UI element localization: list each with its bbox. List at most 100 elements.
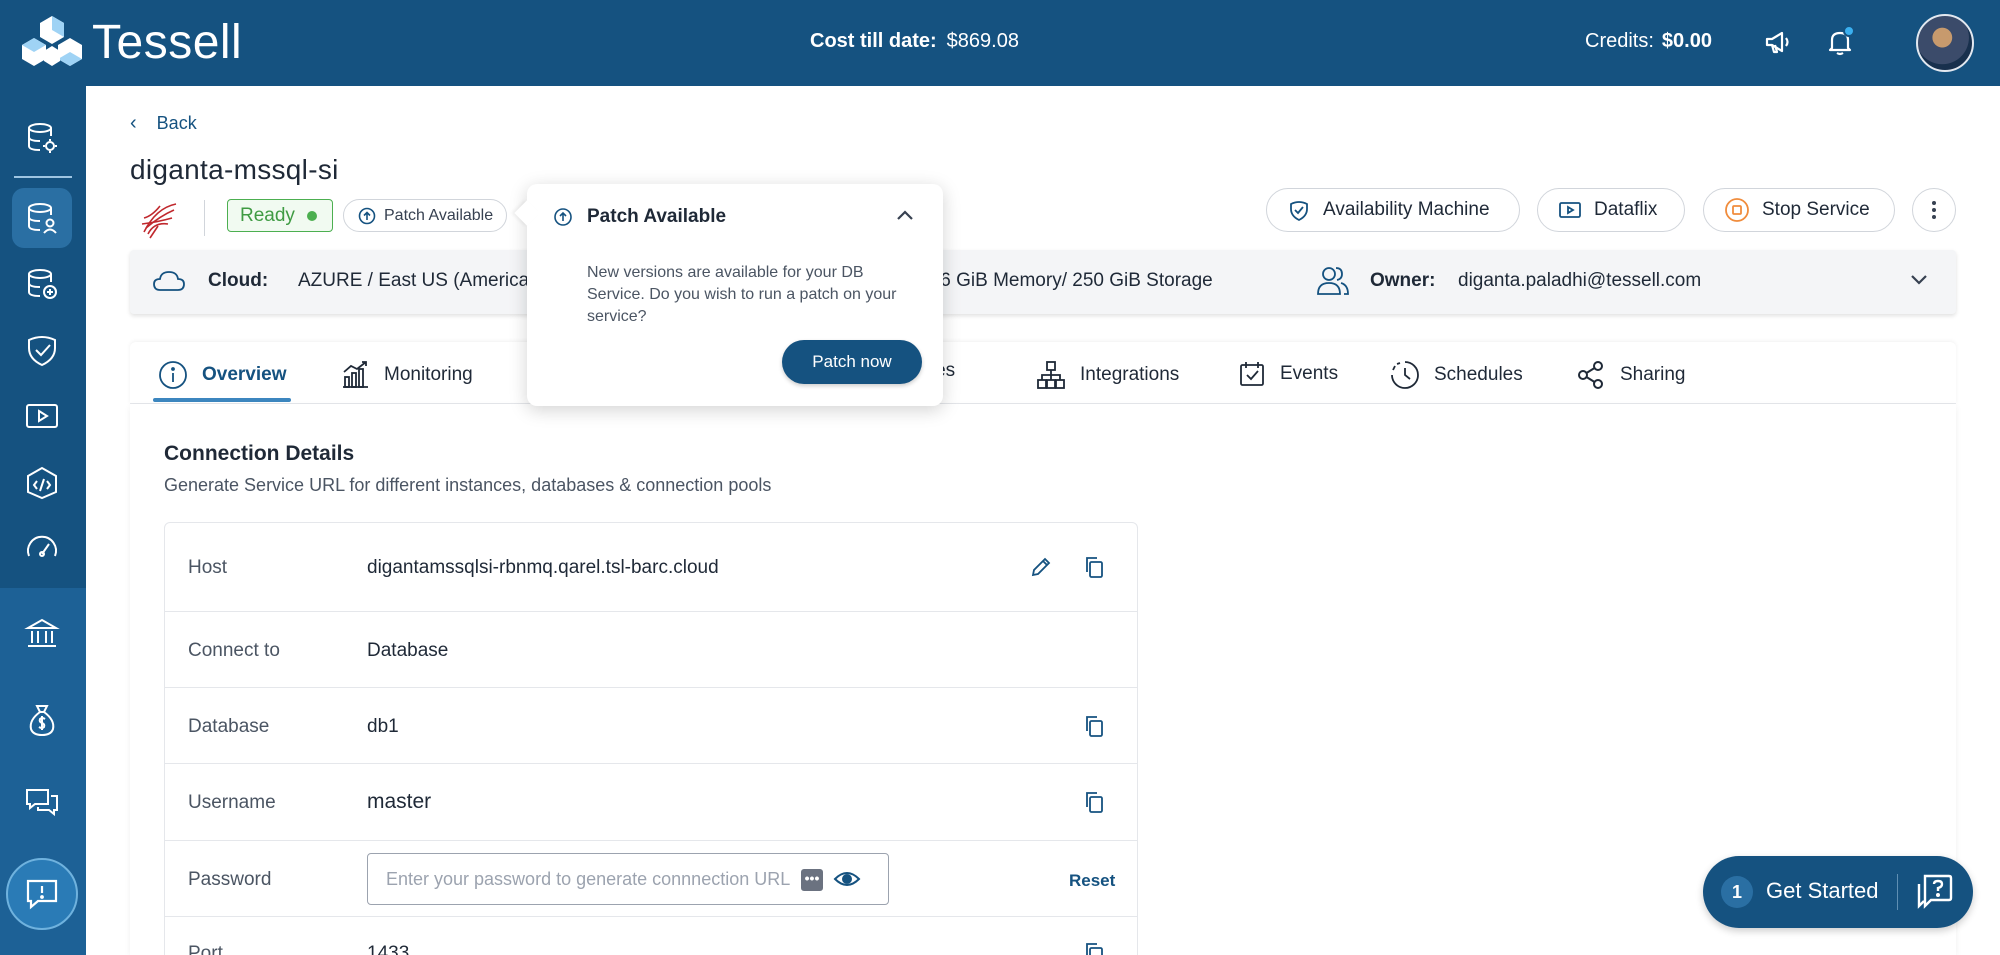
users-icon (1317, 267, 1349, 295)
row-label: Database (188, 716, 270, 737)
stop-icon (1725, 198, 1749, 222)
database-settings-icon[interactable] (24, 120, 60, 156)
availability-machine-label: Availability Machine (1323, 199, 1490, 220)
tab-label: Overview (202, 364, 287, 385)
section-title: Connection Details (164, 442, 355, 465)
speedometer-icon[interactable] (24, 530, 60, 566)
section-subtitle: Generate Service URL for different insta… (164, 475, 772, 495)
owner-value: diganta.paladhi@tessell.com (1458, 270, 1702, 291)
top-bar: Tessell Cost till date: $869.08 Credits: $… (0, 0, 2000, 86)
eye-icon[interactable] (833, 867, 861, 891)
password-manager-icon[interactable]: ••• (801, 869, 823, 891)
help-chat-icon[interactable] (1915, 872, 1955, 912)
cost-label: Cost till date: (810, 30, 937, 52)
brand-name: Tessell (92, 15, 243, 69)
table-row-username: Username master (165, 764, 1137, 841)
connection-details-table: Host digantamssqlsi-rbnmq.qarel.tsl-barc… (164, 522, 1138, 955)
integrations-icon (1037, 361, 1065, 389)
table-row-connect-to: Connect to Database (165, 612, 1137, 688)
shield-check-icon[interactable] (24, 332, 60, 368)
tab-monitoring[interactable]: Monitoring (340, 360, 473, 390)
chevron-up-icon[interactable] (895, 208, 915, 222)
chevron-left-icon: ‹ (130, 112, 137, 134)
kebab-dot (1932, 201, 1936, 205)
credits-label: Credits: (1585, 30, 1654, 52)
row-label: Port (188, 943, 223, 955)
tab-integrations[interactable]: Integrations (1036, 360, 1179, 390)
popover-header: Patch Available (553, 206, 726, 228)
cloud-value: AZURE / East US (Americas (298, 270, 539, 291)
tab-schedules[interactable]: Schedules (1390, 360, 1523, 390)
header-divider (204, 200, 205, 236)
popover-arrow (514, 200, 540, 226)
more-options-button[interactable] (1912, 188, 1956, 232)
row-value: db1 (367, 716, 399, 737)
tab-label: Monitoring (384, 364, 473, 385)
table-row-port: Port 1433 (165, 917, 1137, 955)
code-box-icon[interactable] (24, 464, 60, 500)
kebab-dot (1932, 208, 1936, 212)
back-label: Back (156, 113, 197, 133)
availability-machine-button[interactable]: Availability Machine (1266, 188, 1520, 232)
kebab-dot (1932, 215, 1936, 219)
tab-label: Integrations (1080, 364, 1180, 385)
bank-icon[interactable] (24, 616, 60, 652)
bar-chart-icon (343, 361, 368, 388)
status-dot (306, 210, 317, 221)
row-value: digantamssqlsi-rbnmq.qarel.tsl-barc.clou… (367, 557, 719, 578)
popover-body: New versions are available for your DB S… (587, 264, 897, 325)
cost-value: $869.08 (946, 30, 1019, 52)
notification-dot (1843, 25, 1855, 37)
tab-label: Schedules (1434, 364, 1523, 385)
copy-icon[interactable] (1082, 941, 1106, 955)
play-screen-icon[interactable] (24, 398, 60, 434)
row-label: Connect to (188, 640, 280, 661)
dataflix-label: Dataflix (1594, 199, 1658, 220)
mssql-logo-icon (141, 203, 177, 239)
tab-bar: Overview Monitoring ases Integrations Ev… (130, 342, 1956, 404)
table-row-password: Password ••• Reset (165, 841, 1137, 917)
tab-overview[interactable]: Overview (158, 360, 287, 390)
dataflix-button[interactable]: Dataflix (1537, 188, 1685, 232)
service-info-bar: Cloud: AZURE / East US (Americas .6 GiB … (130, 250, 1956, 314)
sidebar-divider (14, 176, 72, 178)
user-avatar[interactable] (1916, 14, 1974, 72)
brand-logo[interactable]: Tessell (22, 12, 242, 72)
clock-icon (1391, 361, 1419, 389)
row-value: master (367, 790, 432, 813)
database-add-icon[interactable] (24, 266, 60, 302)
feedback-button[interactable] (6, 858, 78, 930)
copy-icon[interactable] (1082, 555, 1106, 579)
chat-bubbles-icon[interactable] (24, 784, 60, 820)
chevron-down-icon[interactable] (1910, 274, 1928, 286)
back-link[interactable]: ‹ Back (130, 112, 197, 135)
stop-service-button[interactable]: Stop Service (1703, 188, 1895, 232)
owner-label: Owner: (1370, 270, 1436, 291)
status-badge: Ready (227, 199, 333, 232)
patch-chip-label: Patch Available (384, 206, 494, 224)
money-bag-icon[interactable] (24, 702, 60, 738)
play-screen-icon (1559, 202, 1581, 218)
info-circle-icon (159, 361, 187, 389)
get-started-widget[interactable]: 1 Get Started (1703, 856, 1973, 928)
row-value: Database (367, 640, 449, 661)
copy-icon[interactable] (1082, 790, 1106, 814)
share-icon (1578, 361, 1603, 389)
cloud-label: Cloud: (208, 270, 269, 291)
patch-now-button[interactable]: Patch now (782, 340, 922, 384)
reset-link[interactable]: Reset (1069, 871, 1115, 891)
tab-label: Events (1280, 363, 1339, 384)
row-value: 1433 (367, 943, 410, 955)
tab-sharing[interactable]: Sharing (1576, 360, 1686, 390)
tab-events[interactable]: Events (1238, 360, 1338, 388)
megaphone-icon[interactable] (1762, 26, 1794, 58)
stop-service-label: Stop Service (1762, 199, 1870, 220)
row-label: Host (188, 557, 228, 578)
popover-title: Patch Available (587, 206, 727, 227)
patch-available-chip[interactable]: Patch Available (343, 199, 507, 232)
pencil-icon[interactable] (1029, 555, 1053, 579)
tessell-logo-icon (22, 16, 82, 66)
copy-icon[interactable] (1082, 714, 1106, 738)
patch-available-popover: Patch Available New versions are availab… (514, 184, 943, 406)
database-user-icon[interactable] (24, 200, 60, 236)
